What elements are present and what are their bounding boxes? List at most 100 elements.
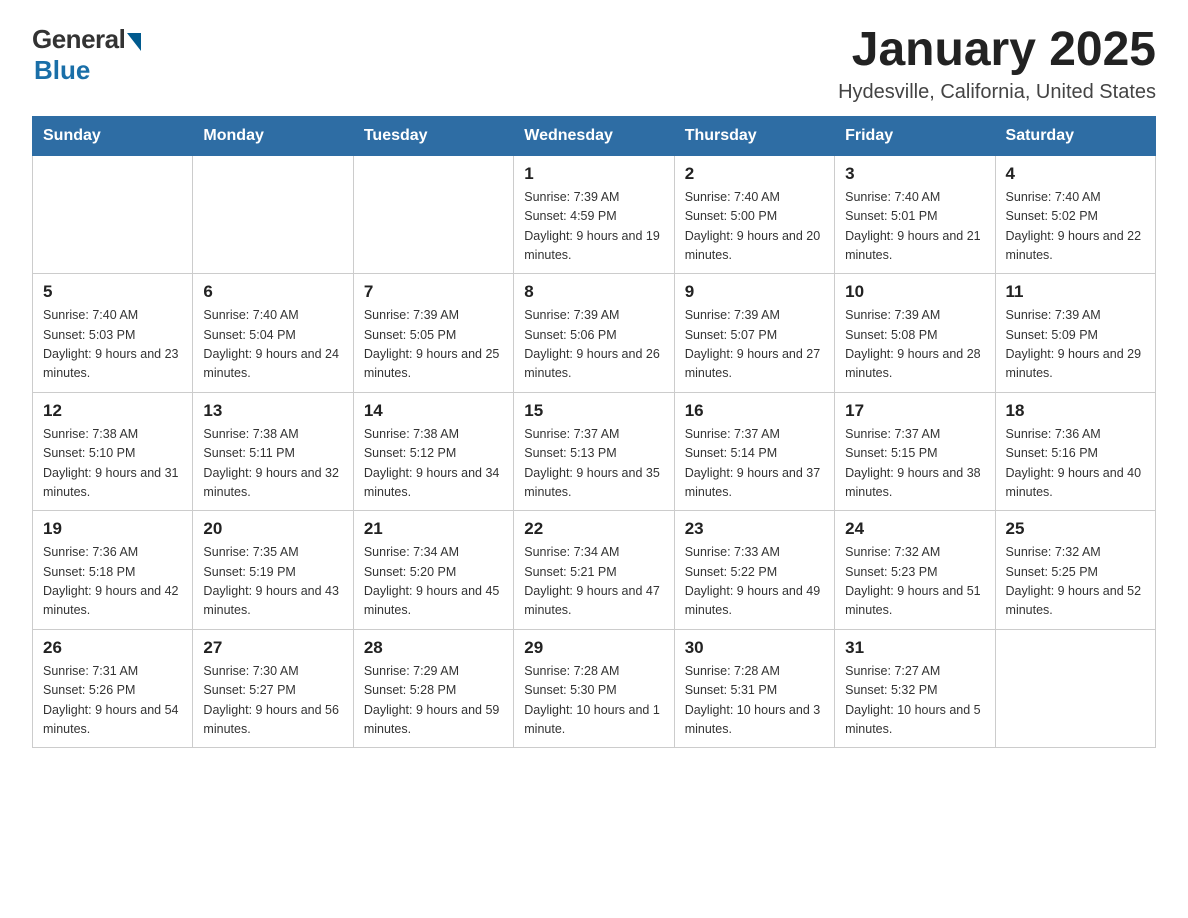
- weekday-header-friday: Friday: [835, 116, 995, 155]
- calendar-cell: 1 Sunrise: 7:39 AMSunset: 4:59 PMDaylight…: [514, 155, 674, 274]
- calendar-week-row: 26 Sunrise: 7:31 AMSunset: 5:26 PMDayligh…: [33, 629, 1156, 748]
- calendar-cell: 10Sunrise: 7:39 AMSunset: 5:08 PMDayligh…: [835, 274, 995, 393]
- calendar-title: January 2025: [838, 24, 1156, 77]
- calendar-week-row: 5Sunrise: 7:40 AMSunset: 5:03 PMDaylight…: [33, 274, 1156, 393]
- weekday-header-saturday: Saturday: [995, 116, 1155, 155]
- calendar-cell: 28 Sunrise: 7:29 AMSunset: 5:28 PMDayligh…: [353, 629, 513, 748]
- day-number: 18: [1006, 401, 1145, 421]
- calendar-cell: 4Sunrise: 7:40 AMSunset: 5:02 PMDaylight…: [995, 155, 1155, 274]
- logo: General Blue: [32, 24, 141, 86]
- day-number: 24: [845, 519, 984, 539]
- day-info: Sunrise: 7:36 AMSunset: 5:18 PMDaylight:…: [43, 543, 182, 621]
- calendar-cell: [193, 155, 353, 274]
- day-info: Sunrise: 7:36 AMSunset: 5:16 PMDaylight:…: [1006, 425, 1145, 503]
- day-number: 25: [1006, 519, 1145, 539]
- day-info: Sunrise: 7:28 AMSunset: 5:31 PMDaylight:…: [685, 662, 824, 740]
- calendar-cell: 9 Sunrise: 7:39 AMSunset: 5:07 PMDaylight…: [674, 274, 834, 393]
- day-number: 26: [43, 638, 182, 658]
- calendar-week-row: 19 Sunrise: 7:36 AMSunset: 5:18 PMDayligh…: [33, 511, 1156, 630]
- day-info: Sunrise: 7:39 AMSunset: 5:05 PMDaylight:…: [364, 306, 503, 384]
- weekday-header-monday: Monday: [193, 116, 353, 155]
- calendar-cell: 5Sunrise: 7:40 AMSunset: 5:03 PMDaylight…: [33, 274, 193, 393]
- day-number: 28: [364, 638, 503, 658]
- calendar-cell: 25 Sunrise: 7:32 AMSunset: 5:25 PMDayligh…: [995, 511, 1155, 630]
- day-info: Sunrise: 7:40 AMSunset: 5:00 PMDaylight:…: [685, 188, 824, 266]
- day-info: Sunrise: 7:31 AMSunset: 5:26 PMDaylight:…: [43, 662, 182, 740]
- day-info: Sunrise: 7:30 AMSunset: 5:27 PMDaylight:…: [203, 662, 342, 740]
- day-info: Sunrise: 7:38 AMSunset: 5:10 PMDaylight:…: [43, 425, 182, 503]
- weekday-header-wednesday: Wednesday: [514, 116, 674, 155]
- day-number: 8: [524, 282, 663, 302]
- calendar-subtitle: Hydesville, California, United States: [838, 81, 1156, 104]
- page-header: General Blue January 2025 Hydesville, Ca…: [32, 24, 1156, 104]
- calendar-cell: 20 Sunrise: 7:35 AMSunset: 5:19 PMDayligh…: [193, 511, 353, 630]
- weekday-header-row: SundayMondayTuesdayWednesdayThursdayFrid…: [33, 116, 1156, 155]
- day-number: 12: [43, 401, 182, 421]
- calendar-cell: 7 Sunrise: 7:39 AMSunset: 5:05 PMDaylight…: [353, 274, 513, 393]
- calendar-week-row: 12 Sunrise: 7:38 AMSunset: 5:10 PMDayligh…: [33, 392, 1156, 511]
- day-number: 16: [685, 401, 824, 421]
- calendar-cell: [353, 155, 513, 274]
- day-info: Sunrise: 7:38 AMSunset: 5:12 PMDaylight:…: [364, 425, 503, 503]
- logo-triangle-icon: [127, 33, 141, 51]
- weekday-header-tuesday: Tuesday: [353, 116, 513, 155]
- calendar-cell: 24 Sunrise: 7:32 AMSunset: 5:23 PMDayligh…: [835, 511, 995, 630]
- day-number: 17: [845, 401, 984, 421]
- day-info: Sunrise: 7:32 AMSunset: 5:23 PMDaylight:…: [845, 543, 984, 621]
- calendar-cell: 6 Sunrise: 7:40 AMSunset: 5:04 PMDaylight…: [193, 274, 353, 393]
- day-number: 2: [685, 164, 824, 184]
- calendar-cell: 17 Sunrise: 7:37 AMSunset: 5:15 PMDayligh…: [835, 392, 995, 511]
- day-number: 19: [43, 519, 182, 539]
- day-info: Sunrise: 7:29 AMSunset: 5:28 PMDaylight:…: [364, 662, 503, 740]
- weekday-header-thursday: Thursday: [674, 116, 834, 155]
- calendar-cell: 29 Sunrise: 7:28 AMSunset: 5:30 PMDayligh…: [514, 629, 674, 748]
- day-number: 31: [845, 638, 984, 658]
- day-number: 14: [364, 401, 503, 421]
- day-info: Sunrise: 7:35 AMSunset: 5:19 PMDaylight:…: [203, 543, 342, 621]
- calendar-cell: 3Sunrise: 7:40 AMSunset: 5:01 PMDaylight…: [835, 155, 995, 274]
- day-info: Sunrise: 7:40 AMSunset: 5:02 PMDaylight:…: [1006, 188, 1145, 266]
- calendar-cell: 16Sunrise: 7:37 AMSunset: 5:14 PMDayligh…: [674, 392, 834, 511]
- calendar-cell: 26 Sunrise: 7:31 AMSunset: 5:26 PMDayligh…: [33, 629, 193, 748]
- calendar-cell: 2 Sunrise: 7:40 AMSunset: 5:00 PMDaylight…: [674, 155, 834, 274]
- day-number: 23: [685, 519, 824, 539]
- day-number: 1: [524, 164, 663, 184]
- day-number: 21: [364, 519, 503, 539]
- day-info: Sunrise: 7:34 AMSunset: 5:21 PMDaylight:…: [524, 543, 663, 621]
- calendar-cell: 8Sunrise: 7:39 AMSunset: 5:06 PMDaylight…: [514, 274, 674, 393]
- day-info: Sunrise: 7:27 AMSunset: 5:32 PMDaylight:…: [845, 662, 984, 740]
- day-info: Sunrise: 7:40 AMSunset: 5:04 PMDaylight:…: [203, 306, 342, 384]
- day-number: 27: [203, 638, 342, 658]
- day-info: Sunrise: 7:39 AMSunset: 5:07 PMDaylight:…: [685, 306, 824, 384]
- day-number: 7: [364, 282, 503, 302]
- day-info: Sunrise: 7:32 AMSunset: 5:25 PMDaylight:…: [1006, 543, 1145, 621]
- day-number: 13: [203, 401, 342, 421]
- calendar-cell: [33, 155, 193, 274]
- calendar-table: SundayMondayTuesdayWednesdayThursdayFrid…: [32, 116, 1156, 749]
- day-info: Sunrise: 7:37 AMSunset: 5:15 PMDaylight:…: [845, 425, 984, 503]
- day-info: Sunrise: 7:39 AMSunset: 4:59 PMDaylight:…: [524, 188, 663, 266]
- day-number: 9: [685, 282, 824, 302]
- title-section: January 2025 Hydesville, California, Uni…: [838, 24, 1156, 104]
- logo-blue-text: Blue: [34, 55, 90, 86]
- calendar-cell: 19 Sunrise: 7:36 AMSunset: 5:18 PMDayligh…: [33, 511, 193, 630]
- day-number: 15: [524, 401, 663, 421]
- day-info: Sunrise: 7:40 AMSunset: 5:03 PMDaylight:…: [43, 306, 182, 384]
- day-number: 30: [685, 638, 824, 658]
- calendar-cell: [995, 629, 1155, 748]
- day-number: 3: [845, 164, 984, 184]
- day-info: Sunrise: 7:28 AMSunset: 5:30 PMDaylight:…: [524, 662, 663, 740]
- calendar-cell: 31 Sunrise: 7:27 AMSunset: 5:32 PMDayligh…: [835, 629, 995, 748]
- calendar-cell: 22Sunrise: 7:34 AMSunset: 5:21 PMDayligh…: [514, 511, 674, 630]
- day-number: 29: [524, 638, 663, 658]
- calendar-cell: 27 Sunrise: 7:30 AMSunset: 5:27 PMDayligh…: [193, 629, 353, 748]
- day-number: 10: [845, 282, 984, 302]
- day-number: 6: [203, 282, 342, 302]
- day-number: 20: [203, 519, 342, 539]
- day-info: Sunrise: 7:38 AMSunset: 5:11 PMDaylight:…: [203, 425, 342, 503]
- calendar-cell: 23Sunrise: 7:33 AMSunset: 5:22 PMDayligh…: [674, 511, 834, 630]
- calendar-cell: 15Sunrise: 7:37 AMSunset: 5:13 PMDayligh…: [514, 392, 674, 511]
- calendar-cell: 30 Sunrise: 7:28 AMSunset: 5:31 PMDayligh…: [674, 629, 834, 748]
- weekday-header-sunday: Sunday: [33, 116, 193, 155]
- calendar-cell: 14 Sunrise: 7:38 AMSunset: 5:12 PMDayligh…: [353, 392, 513, 511]
